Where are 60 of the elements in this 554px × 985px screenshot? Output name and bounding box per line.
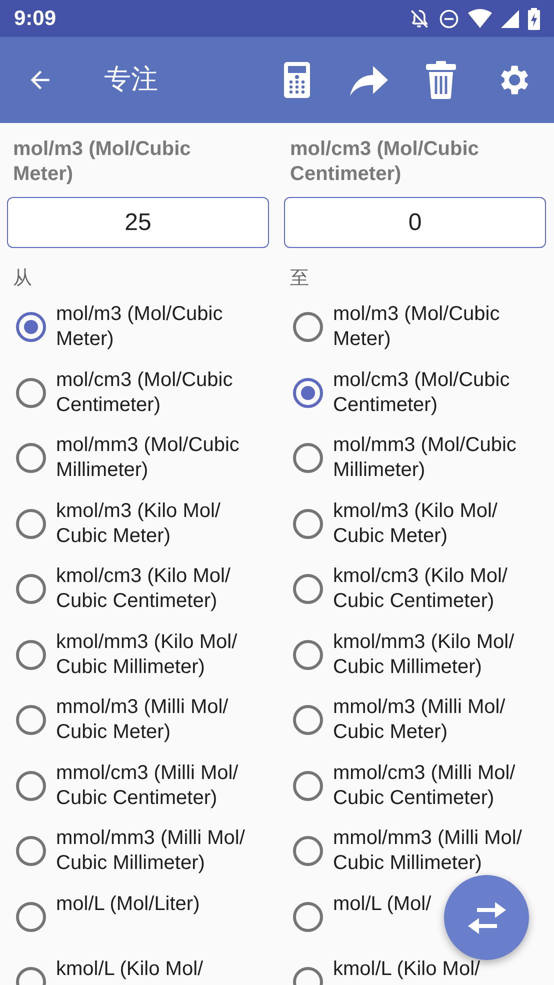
unit-option[interactable]: mol/cm3 (Mol/Cubic Centimeter) [56, 368, 268, 418]
radio-button[interactable] [16, 443, 46, 473]
radio-button[interactable] [16, 770, 46, 800]
unit-option[interactable]: mol/mm3 (Mol/Cubic Millimeter) [56, 433, 268, 483]
unit-option[interactable]: mmol/cm3 (Milli Mol/Cubic Centimeter) [56, 760, 268, 810]
radio-button[interactable] [293, 443, 323, 473]
radio-button[interactable] [293, 770, 323, 800]
radio-button[interactable] [293, 836, 323, 866]
radio-button[interactable] [16, 902, 46, 932]
unit-option[interactable]: mol/m3 (Mol/Cubic Meter) [56, 302, 268, 352]
radio-button[interactable] [16, 312, 46, 342]
radio-button[interactable] [293, 640, 323, 670]
radio-button[interactable] [293, 312, 323, 342]
radio-button[interactable] [16, 508, 46, 538]
toolbar-title: 专注 [104, 62, 158, 97]
unit-option[interactable]: mol/L (Mol/ [333, 892, 432, 916]
radio-button[interactable] [16, 640, 46, 670]
swap-icon [466, 900, 506, 936]
unit-option[interactable]: kmol/cm3 (Kilo Mol/Cubic Centimeter) [333, 564, 545, 614]
unit-option[interactable]: mmol/mm3 (Milli Mol/Cubic Millimeter) [333, 826, 545, 876]
radio-button[interactable] [293, 705, 323, 735]
unit-option[interactable]: mol/mm3 (Mol/Cubic Millimeter) [333, 433, 545, 483]
calculator-button[interactable] [282, 61, 312, 99]
wifi-icon [468, 8, 492, 28]
unit-option[interactable]: mol/L (Mol/Liter) [56, 892, 200, 916]
unit-option[interactable]: kmol/L (Kilo Mol/ [56, 957, 204, 982]
unit-label: mol/cm3 (Mol/Cubic Centimeter) [289, 137, 480, 187]
share-button[interactable] [350, 64, 388, 96]
unit-option[interactable]: kmol/mm3 (Kilo Mol/Cubic Millimeter) [333, 630, 545, 680]
radio-button[interactable] [16, 574, 46, 604]
unit-label: mol/m3 (Mol/Cubic Meter) [12, 137, 192, 187]
radio-button[interactable] [293, 902, 323, 932]
unit-option[interactable]: mmol/m3 (Milli Mol/Cubic Meter) [56, 695, 268, 745]
status-time: 9:09 [14, 6, 56, 32]
column-caption: 至 [290, 267, 309, 289]
battery-icon [528, 8, 540, 30]
unit-option[interactable]: kmol/m3 (Kilo Mol/Cubic Meter) [333, 498, 545, 548]
radio-button[interactable] [293, 508, 323, 538]
unit-option[interactable]: mmol/mm3 (Milli Mol/Cubic Millimeter) [56, 826, 268, 876]
radio-button[interactable] [16, 378, 46, 408]
swap-button[interactable] [444, 875, 529, 960]
unit-option[interactable]: kmol/m3 (Kilo Mol/Cubic Meter) [56, 498, 268, 548]
radio-button[interactable] [293, 378, 323, 408]
unit-option[interactable]: mmol/m3 (Milli Mol/Cubic Meter) [333, 695, 545, 745]
delete-button[interactable] [426, 61, 456, 99]
do-not-disturb-icon [438, 8, 460, 30]
value-field[interactable]: 25 [7, 197, 269, 248]
unit-option[interactable]: mol/cm3 (Mol/Cubic Centimeter) [333, 368, 545, 418]
unit-option[interactable]: mmol/cm3 (Milli Mol/Cubic Centimeter) [333, 760, 545, 810]
radio-button[interactable] [293, 574, 323, 604]
column-caption: 从 [13, 267, 32, 289]
radio-button[interactable] [16, 705, 46, 735]
unit-option[interactable]: mol/m3 (Mol/Cubic Meter) [333, 302, 545, 352]
signal-icon [500, 8, 520, 28]
bell-off-icon [408, 8, 430, 30]
radio-button[interactable] [16, 836, 46, 866]
unit-option[interactable]: kmol/cm3 (Kilo Mol/Cubic Centimeter) [56, 564, 268, 614]
unit-option[interactable]: kmol/L (Kilo Mol/ [333, 957, 480, 982]
unit-option[interactable]: kmol/mm3 (Kilo Mol/Cubic Millimeter) [56, 630, 268, 680]
value-field[interactable]: 0 [284, 197, 546, 248]
